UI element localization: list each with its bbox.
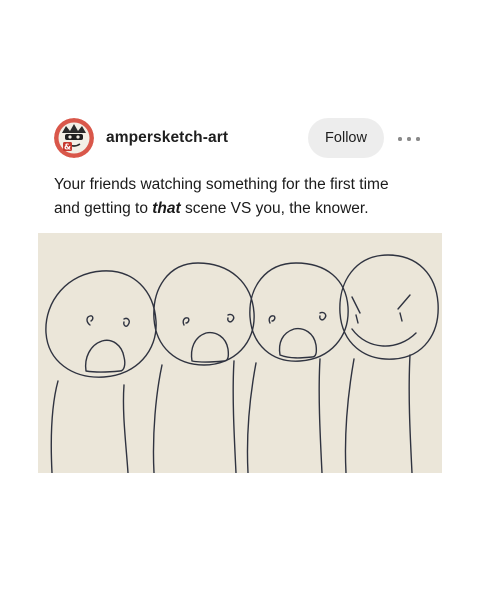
post-header: & ampersketch-art Follow bbox=[54, 118, 424, 158]
caption-emphasis: that bbox=[152, 200, 181, 217]
tumblr-post: & ampersketch-art Follow Your friends wa… bbox=[0, 0, 480, 600]
drawing-four-stick-figures-icon bbox=[45, 254, 439, 473]
figure-4 bbox=[339, 254, 439, 473]
caption-line-2-start: and getting to bbox=[54, 200, 153, 217]
author-avatar[interactable]: & bbox=[54, 118, 94, 158]
svg-text:&: & bbox=[64, 143, 71, 152]
author-username[interactable]: ampersketch-art bbox=[106, 129, 228, 147]
figure-2 bbox=[152, 262, 255, 473]
figure-3 bbox=[246, 262, 349, 473]
post-caption: Your friends watching something for the … bbox=[54, 173, 444, 221]
more-options-button[interactable] bbox=[396, 118, 422, 158]
avatar-sketch-ampersand-icon: & bbox=[54, 118, 94, 158]
follow-button[interactable]: Follow bbox=[308, 118, 384, 158]
caption-line-1: Your friends watching something for the … bbox=[54, 176, 389, 193]
caption-line-2-end: scene VS you, the knower. bbox=[180, 200, 369, 217]
figure-1 bbox=[45, 270, 157, 473]
post-image[interactable] bbox=[38, 233, 442, 473]
